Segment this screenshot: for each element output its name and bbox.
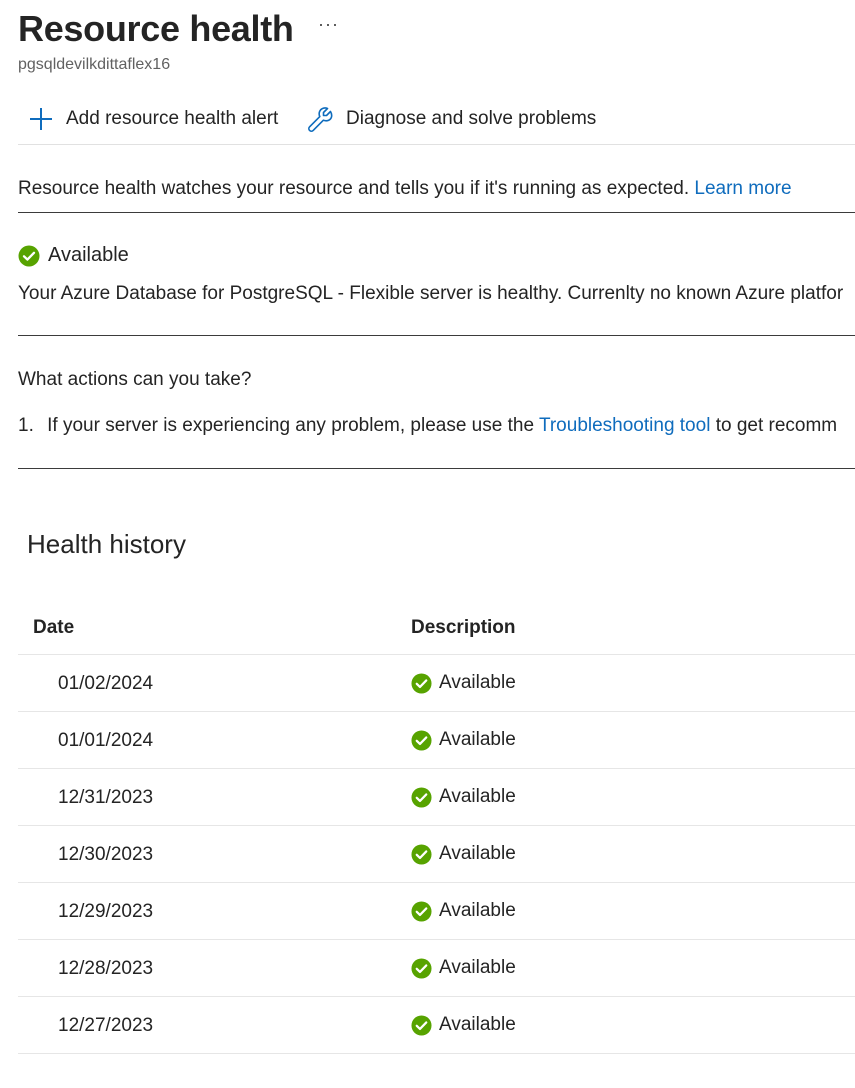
wrench-icon [306, 105, 334, 133]
health-history-table: Date Description 01/02/2024 Available 01/0… [18, 600, 855, 1054]
row-status-label: Available [439, 843, 516, 864]
row-status: Available [411, 957, 516, 979]
table-header: Date Description [18, 600, 855, 655]
column-header-date[interactable]: Date [33, 617, 74, 639]
row-status-label: Available [439, 900, 516, 921]
section-divider [18, 212, 855, 213]
action-item-text-after: to get recomm [715, 415, 838, 436]
actions-heading: What actions can you take? [18, 369, 252, 390]
row-status: Available [411, 843, 516, 865]
check-circle-icon [18, 245, 40, 267]
row-status-label: Available [439, 729, 516, 750]
table-body: 01/02/2024 Available 01/01/2024 Available 12… [18, 655, 855, 1054]
row-status-label: Available [439, 957, 516, 978]
table-row[interactable]: 01/02/2024 Available [18, 655, 855, 712]
row-status: Available [411, 786, 516, 808]
section-divider [18, 468, 855, 469]
diagnose-label: Diagnose and solve problems [346, 108, 597, 129]
diagnose-and-solve-button[interactable]: Diagnose and solve problems [306, 104, 596, 134]
command-bar: Add resource health alert Diagnose and s… [18, 98, 855, 145]
column-header-description[interactable]: Description [411, 617, 516, 639]
check-circle-icon [411, 900, 432, 922]
row-status: Available [411, 729, 516, 751]
row-status-label: Available [439, 1014, 516, 1035]
action-item: 1. If your server is experiencing any pr… [18, 415, 837, 437]
intro-description: Resource health watches your resource an… [18, 178, 690, 199]
check-circle-icon [411, 1014, 432, 1036]
row-status-label: Available [439, 672, 516, 693]
row-status-label: Available [439, 786, 516, 807]
action-item-text: If your server is experiencing any probl… [47, 415, 535, 436]
check-circle-icon [411, 729, 432, 751]
row-date: 01/02/2024 [58, 673, 154, 694]
row-status: Available [411, 672, 516, 694]
row-date: 12/27/2023 [58, 1015, 154, 1036]
current-status: Available [18, 244, 129, 267]
health-history-title: Health history [27, 529, 186, 559]
section-divider [18, 335, 855, 336]
resource-name: pgsqldevilkdittaflex16 [18, 56, 171, 73]
learn-more-link[interactable]: Learn more [694, 178, 791, 199]
status-description: Your Azure Database for PostgreSQL - Fle… [18, 283, 844, 304]
check-circle-icon [411, 957, 432, 979]
table-row[interactable]: 12/29/2023 Available [18, 883, 855, 940]
row-date: 12/31/2023 [58, 787, 154, 808]
plus-icon [28, 106, 54, 132]
table-row[interactable]: 12/31/2023 Available [18, 769, 855, 826]
check-circle-icon [411, 843, 432, 865]
check-circle-icon [411, 672, 432, 694]
row-status: Available [411, 900, 516, 922]
page-title: Resource health [18, 8, 294, 49]
status-label: Available [48, 244, 129, 266]
row-date: 12/28/2023 [58, 958, 154, 979]
row-date: 12/30/2023 [58, 844, 154, 865]
add-alert-label: Add resource health alert [66, 108, 279, 129]
table-row[interactable]: 12/28/2023 Available [18, 940, 855, 997]
troubleshooting-tool-link[interactable]: Troubleshooting tool [539, 415, 710, 436]
row-date: 01/01/2024 [58, 730, 154, 751]
row-status: Available [411, 1014, 516, 1036]
check-circle-icon [411, 786, 432, 808]
table-row[interactable]: 12/30/2023 Available [18, 826, 855, 883]
resource-health-page: Resource health ··· pgsqldevilkdittaflex… [0, 0, 855, 1088]
more-options-button[interactable]: ··· [318, 14, 339, 35]
add-resource-health-alert-button[interactable]: Add resource health alert [28, 104, 278, 134]
table-row[interactable]: 01/01/2024 Available [18, 712, 855, 769]
row-date: 12/29/2023 [58, 901, 154, 922]
table-row[interactable]: 12/27/2023 Available [18, 997, 855, 1054]
action-item-number: 1. [18, 415, 34, 436]
intro-text: Resource health watches your resource an… [18, 178, 792, 200]
